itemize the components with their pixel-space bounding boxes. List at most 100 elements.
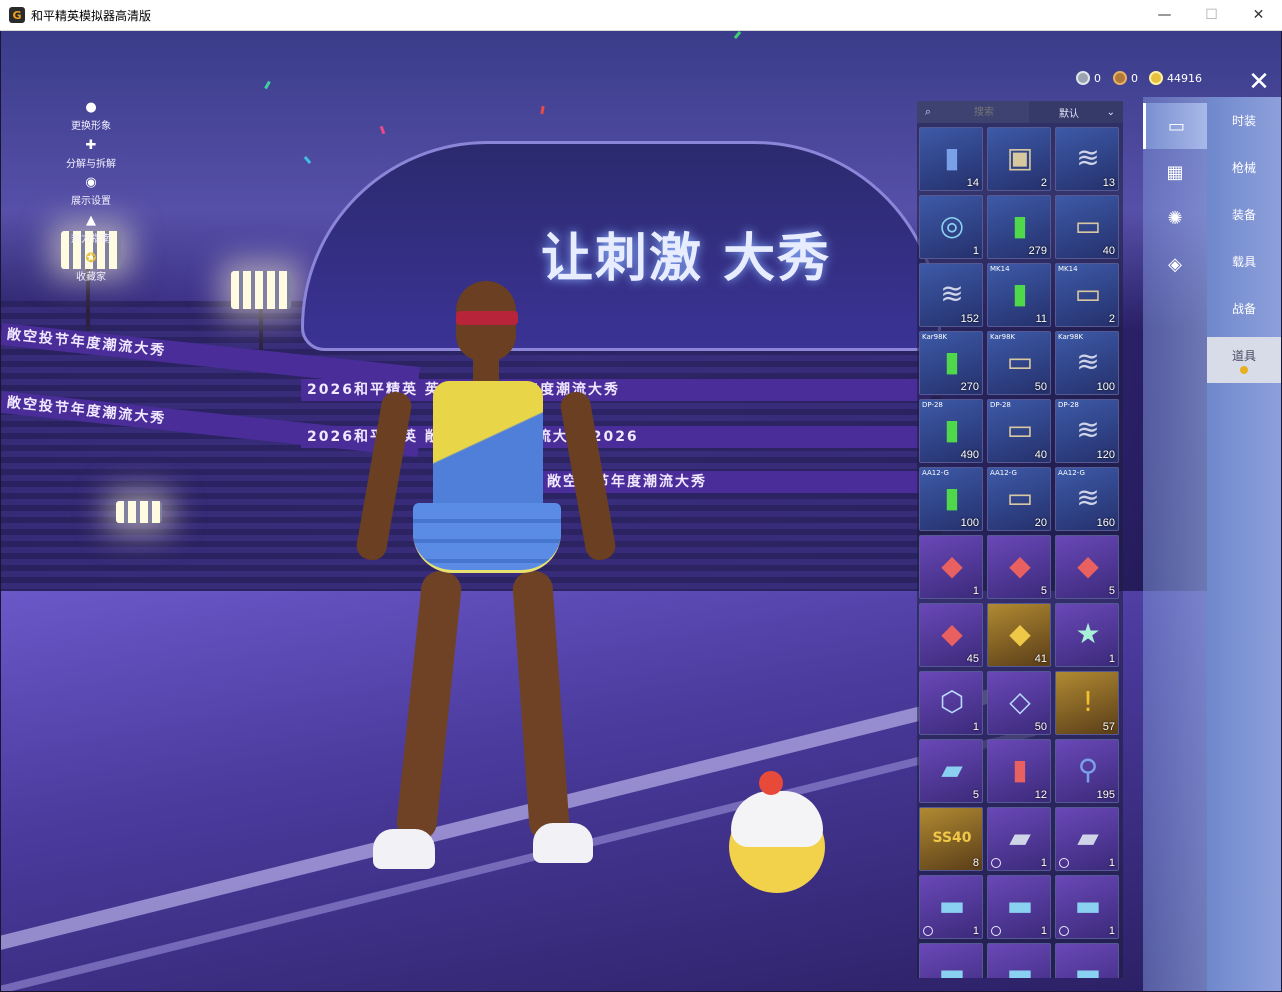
item-weapon-tag: DP-28 — [990, 401, 1011, 409]
gun-case-icon: ▭ — [1006, 413, 1034, 446]
gun-case-icon: ▭ — [1006, 345, 1034, 378]
inventory-item[interactable]: ◇ 50 — [987, 671, 1051, 735]
puzzle-icon: ✚ — [85, 138, 97, 153]
tab-combat-prep[interactable]: 战备 — [1207, 285, 1281, 331]
inventory-item[interactable]: ≋ 13 — [1055, 127, 1119, 191]
paint-can-icon: ▮ — [1012, 753, 1028, 786]
item-count: 13 — [1102, 177, 1115, 189]
subtab-effects[interactable]: ✺ — [1143, 195, 1207, 241]
tab-label: 载具 — [1231, 254, 1256, 269]
inventory-item[interactable]: ! 57 — [1055, 671, 1119, 735]
stadium-light — [231, 271, 291, 309]
inventory-item[interactable]: ▰ 5 — [919, 739, 983, 803]
inventory-item[interactable]: ≋ Kar98K 100 — [1055, 331, 1119, 395]
inventory-item[interactable]: ⚲ 195 — [1055, 739, 1119, 803]
inventory-item[interactable]: ▬ 1 — [919, 875, 983, 939]
inventory-item[interactable]: ▬ — [919, 943, 983, 978]
subtab-calendar[interactable]: ▦ — [1143, 149, 1207, 195]
inventory-item[interactable]: ▬ — [987, 943, 1051, 978]
heat-guide-button[interactable]: ▲ 热力指南 — [56, 213, 126, 245]
tab-fashion[interactable]: 时装 — [1207, 97, 1281, 143]
player-character[interactable] — [354, 281, 618, 891]
tab-equipment[interactable]: 装备 — [1207, 191, 1281, 237]
tab-items[interactable]: 道具 — [1207, 337, 1281, 383]
inventory-item[interactable]: ≋ DP-28 120 — [1055, 399, 1119, 463]
side-item-label: 热力指南 — [71, 234, 111, 245]
diamond-icon: ◇ — [1009, 685, 1031, 718]
decompose-button[interactable]: ✚ 分解与拆解 — [56, 138, 126, 170]
tab-weapons[interactable]: 枪械 — [1207, 144, 1281, 190]
close-window-button[interactable]: ✕ — [1235, 0, 1282, 30]
subtab-tickets[interactable]: ◈ — [1143, 241, 1207, 287]
silver-coin-icon — [1076, 71, 1090, 85]
maximize-button[interactable]: ☐ — [1188, 0, 1235, 30]
item-count: 100 — [1096, 381, 1115, 393]
clock-icon — [1059, 858, 1069, 868]
inventory-item[interactable]: ▮ DP-28 490 — [919, 399, 983, 463]
subtab-cards[interactable]: ▭ — [1143, 103, 1207, 149]
inventory-item[interactable]: ▮ 279 — [987, 195, 1051, 259]
gold-card-2h-icon: ◆ — [1009, 617, 1031, 650]
item-count: 20 — [1034, 517, 1047, 529]
display-settings-button[interactable]: ◉ 展示设置 — [56, 175, 126, 207]
app-logo-icon: G — [9, 7, 25, 23]
change-avatar-button[interactable]: ● 更换形象 — [56, 100, 126, 132]
stage-headline: 让刺激 大秀 — [541, 229, 832, 289]
inventory-item[interactable]: ◎ 1 — [919, 195, 983, 259]
inventory-item[interactable]: ▮ 12 — [987, 739, 1051, 803]
sort-dropdown[interactable]: 默认 ⌄ — [1029, 101, 1123, 123]
inventory-item[interactable]: ▭ 40 — [1055, 195, 1119, 259]
inventory-item[interactable]: ◆ 45 — [919, 603, 983, 667]
side-item-label: 更换形象 — [71, 121, 111, 132]
inventory-item[interactable]: ▭ MK14 2 — [1055, 263, 1119, 327]
inventory-item[interactable]: ◆ 5 — [1055, 535, 1119, 599]
inventory-item[interactable]: ▬ 1 — [987, 875, 1051, 939]
close-panel-button[interactable]: ✕ — [1244, 68, 1274, 98]
exp-card-3day-icon: ◆ — [1009, 549, 1031, 582]
flame-icon: ▲ — [86, 213, 96, 228]
item-count: 279 — [1028, 245, 1047, 257]
inventory-item[interactable]: ★ 1 — [1055, 603, 1119, 667]
inventory-item[interactable]: ▰ 1 — [1055, 807, 1119, 871]
inventory-item[interactable]: ◆ 5 — [987, 535, 1051, 599]
calendar-icon: ▦ — [1166, 161, 1184, 183]
item-weapon-tag: Kar98K — [1058, 333, 1084, 341]
spring-icon: ≋ — [940, 277, 964, 310]
inventory-item[interactable]: ▮ 14 — [919, 127, 983, 191]
currency-silver[interactable]: 0 — [1076, 71, 1101, 85]
character-top — [433, 381, 543, 511]
inventory-item[interactable]: ⬡ 1 — [919, 671, 983, 735]
inventory-item[interactable]: ▬ 1 — [1055, 875, 1119, 939]
item-count: 270 — [960, 381, 979, 393]
item-count: 100 — [960, 517, 979, 529]
tab-label: 战备 — [1231, 301, 1256, 316]
inventory-item[interactable]: ▬ — [1055, 943, 1119, 978]
inventory-item[interactable]: ◆ 41 — [987, 603, 1051, 667]
inventory-item[interactable]: ▭ DP-28 40 — [987, 399, 1051, 463]
inventory-item[interactable]: ▮ Kar98K 270 — [919, 331, 983, 395]
inventory-item[interactable]: ▭ AA12-G 20 — [987, 467, 1051, 531]
currency-bronze[interactable]: 0 — [1113, 71, 1138, 85]
collector-button[interactable]: ✪ 收藏家 — [56, 251, 126, 283]
inventory-item[interactable]: ≋ 152 — [919, 263, 983, 327]
spring-icon: ≋ — [1076, 413, 1100, 446]
item-weapon-tag: Kar98K — [922, 333, 948, 341]
tab-vehicles[interactable]: 载具 — [1207, 238, 1281, 284]
inventory-item[interactable]: ◆ 1 — [919, 535, 983, 599]
minimize-button[interactable]: — — [1141, 0, 1188, 30]
item-count: 40 — [1034, 449, 1047, 461]
inventory-item[interactable]: ▭ Kar98K 50 — [987, 331, 1051, 395]
currency-gold[interactable]: 44916 — [1149, 71, 1202, 85]
chick-pet[interactable] — [723, 771, 831, 901]
inventory-item[interactable]: SS40 8 — [919, 807, 983, 871]
search-input[interactable] — [939, 103, 1029, 121]
inventory-item[interactable]: ▣ 2 — [987, 127, 1051, 191]
medal-icon: ✪ — [85, 251, 97, 266]
inventory-item[interactable]: ▮ MK14 11 — [987, 263, 1051, 327]
inventory-panel: ⌕ 默认 ⌄ ▮14▣2≋13◎1▮279▭40≋152▮MK1411▭MK14… — [917, 101, 1123, 978]
inventory-item[interactable]: ▰ 1 — [987, 807, 1051, 871]
inventory-item[interactable]: ▮ AA12-G 100 — [919, 467, 983, 531]
card-icon: ▭ — [1167, 115, 1185, 137]
green-canister-icon: ▮ — [944, 345, 960, 378]
inventory-item[interactable]: ≋ AA12-G 160 — [1055, 467, 1119, 531]
